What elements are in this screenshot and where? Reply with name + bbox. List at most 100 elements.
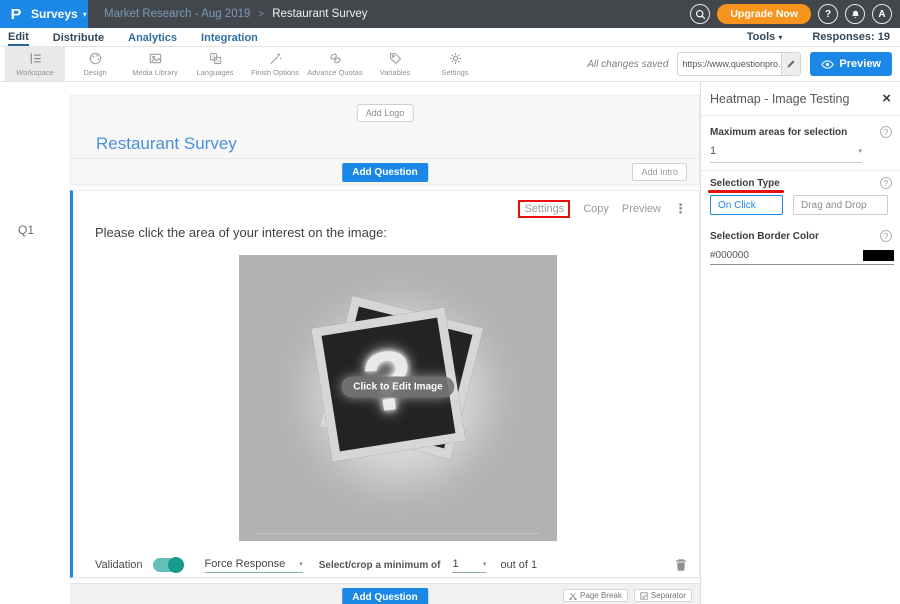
band-right: Page Break Separator bbox=[563, 589, 692, 602]
question-actions: Settings Copy Preview ⋮ bbox=[518, 200, 687, 218]
max-areas-select[interactable]: 1 ▾ bbox=[710, 145, 862, 163]
color-swatch[interactable] bbox=[863, 250, 894, 261]
questionpro-logo: P bbox=[3, 6, 29, 23]
upgrade-now-button[interactable]: Upgrade Now bbox=[717, 4, 811, 24]
toggle-knob bbox=[168, 557, 184, 573]
add-intro-button[interactable]: Add Intro bbox=[632, 163, 687, 181]
max-areas-label: Maximum areas for selection bbox=[710, 127, 847, 138]
close-icon[interactable]: × bbox=[882, 91, 891, 106]
topbar-actions: Upgrade Now ? A bbox=[690, 4, 892, 24]
border-color-label: Selection Border Color bbox=[710, 231, 819, 242]
preview-button[interactable]: Preview bbox=[810, 52, 892, 76]
toolbar-advance-quotas[interactable]: Advance Quotas bbox=[305, 47, 365, 81]
tools-menu[interactable]: Tools ▾ bbox=[747, 31, 783, 43]
toolbar-workspace[interactable]: Workspace bbox=[5, 47, 65, 81]
selection-type-row: Selection Type ? bbox=[710, 177, 892, 189]
help-icon[interactable]: ? bbox=[880, 126, 892, 138]
placeholder-divider bbox=[257, 533, 539, 534]
add-question-button[interactable]: Add Question bbox=[342, 163, 428, 182]
responses-count[interactable]: Responses: 19 bbox=[812, 31, 890, 43]
selection-type-label: Selection Type bbox=[710, 178, 780, 189]
drag-and-drop-option[interactable]: Drag and Drop bbox=[793, 195, 888, 215]
palette-icon bbox=[88, 51, 103, 66]
minimum-value-select[interactable]: 1 ▾ bbox=[452, 558, 486, 573]
search-button[interactable] bbox=[690, 4, 710, 24]
question-number: Q1 bbox=[18, 223, 34, 237]
bell-icon bbox=[850, 9, 861, 20]
toolbar-variables[interactable]: Variables bbox=[365, 47, 425, 81]
tab-edit[interactable]: Edit bbox=[8, 29, 29, 46]
gear-icon bbox=[448, 51, 463, 66]
border-color-value: #000000 bbox=[710, 250, 749, 261]
panel-divider bbox=[701, 170, 900, 171]
validation-toggle[interactable] bbox=[153, 558, 183, 572]
survey-url-field[interactable]: https://www.questionpro.com/t/APNrFZ bbox=[677, 52, 801, 76]
survey-header-card: Add Logo Restaurant Survey Add Question … bbox=[70, 95, 700, 185]
minimum-label: Select/crop a minimum of bbox=[319, 560, 441, 571]
out-of-label: out of 1 bbox=[500, 559, 537, 571]
separator-icon bbox=[640, 592, 648, 600]
top-bar: P Surveys ▾ Market Research - Aug 2019 >… bbox=[0, 0, 900, 28]
help-button[interactable]: ? bbox=[818, 4, 838, 24]
editor-toolbar: Workspace Design Media Library SA Langua… bbox=[0, 47, 900, 82]
help-icon[interactable]: ? bbox=[880, 177, 892, 189]
add-question-bottom-button[interactable]: Add Question bbox=[342, 588, 428, 604]
delete-question-button[interactable] bbox=[675, 558, 687, 572]
separator-button[interactable]: Separator bbox=[634, 589, 692, 602]
workspace-icon bbox=[28, 51, 43, 66]
tab-analytics[interactable]: Analytics bbox=[128, 30, 177, 45]
surveys-product-menu[interactable]: P Surveys ▾ bbox=[0, 0, 88, 28]
on-click-option[interactable]: On Click bbox=[710, 195, 783, 215]
validation-label: Validation bbox=[95, 559, 143, 571]
breadcrumb: Market Research - Aug 2019 > Restaurant … bbox=[104, 8, 367, 20]
translate-icon: SA bbox=[208, 51, 223, 66]
breadcrumb-folder[interactable]: Market Research - Aug 2019 bbox=[104, 8, 250, 20]
avatar[interactable]: A bbox=[872, 4, 892, 24]
help-icon[interactable]: ? bbox=[880, 230, 892, 242]
pencil-icon bbox=[786, 59, 796, 69]
toolbar-languages[interactable]: SA Languages bbox=[185, 47, 245, 81]
toolbar-right: All changes saved https://www.questionpr… bbox=[587, 47, 892, 81]
trash-icon bbox=[675, 558, 687, 572]
validation-rule-select[interactable]: Force Response ▾ bbox=[205, 558, 303, 573]
border-color-field[interactable]: #000000 bbox=[710, 250, 894, 265]
nav-right: Tools ▾ Responses: 19 bbox=[747, 31, 890, 43]
questionpro-survey-editor: P Surveys ▾ Market Research - Aug 2019 >… bbox=[0, 0, 900, 604]
image-placeholder[interactable]: ? Click to Edit Image bbox=[239, 255, 557, 541]
editor-canvas: Q1 Add Logo Restaurant Survey Add Questi… bbox=[0, 82, 700, 604]
more-options-icon[interactable]: ⋮ bbox=[674, 201, 687, 217]
tab-integration[interactable]: Integration bbox=[201, 30, 258, 45]
add-logo-button[interactable]: Add Logo bbox=[357, 104, 414, 122]
notifications-button[interactable] bbox=[845, 4, 865, 24]
breadcrumb-survey-name: Restaurant Survey bbox=[272, 8, 367, 20]
chevron-down-icon: ▾ bbox=[483, 560, 487, 568]
product-menu-label: Surveys bbox=[31, 7, 78, 21]
breadcrumb-separator: > bbox=[258, 9, 264, 20]
search-icon bbox=[695, 9, 706, 20]
panel-header: Heatmap - Image Testing × bbox=[710, 91, 891, 106]
survey-title[interactable]: Restaurant Survey bbox=[96, 134, 237, 154]
copy-button[interactable]: Copy bbox=[583, 203, 609, 215]
panel-title: Heatmap - Image Testing bbox=[710, 92, 849, 106]
toolbar-settings[interactable]: Settings bbox=[425, 47, 485, 81]
click-to-edit-image-button[interactable]: Click to Edit Image bbox=[341, 376, 454, 397]
chevron-down-icon: ▾ bbox=[778, 33, 782, 42]
question-text[interactable]: Please click the area of your interest o… bbox=[95, 225, 387, 240]
toolbar-design[interactable]: Design bbox=[65, 47, 125, 81]
question-preview-button[interactable]: Preview bbox=[622, 203, 661, 215]
edit-url-button[interactable] bbox=[781, 53, 800, 75]
question-card: Settings Copy Preview ⋮ Please click the… bbox=[70, 190, 700, 578]
page-break-button[interactable]: Page Break bbox=[563, 589, 628, 602]
save-status: All changes saved bbox=[587, 59, 668, 70]
scissors-icon bbox=[569, 592, 577, 600]
border-color-row: Selection Border Color ? bbox=[710, 230, 892, 242]
toolbar-media-library[interactable]: Media Library bbox=[125, 47, 185, 81]
question-settings-panel: Heatmap - Image Testing × Maximum areas … bbox=[700, 82, 900, 604]
toolbar-finish-options[interactable]: Finish Options bbox=[245, 47, 305, 81]
add-section-band: Add Question Page Break Separator bbox=[70, 583, 700, 604]
svg-text:S: S bbox=[211, 55, 214, 60]
tab-distribute[interactable]: Distribute bbox=[53, 30, 104, 45]
settings-button[interactable]: Settings bbox=[518, 200, 570, 218]
selection-type-options: On Click Drag and Drop bbox=[710, 195, 888, 215]
wand-icon bbox=[268, 51, 283, 66]
